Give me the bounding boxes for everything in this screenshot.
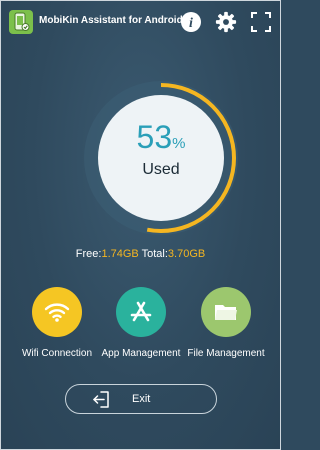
settings-button[interactable]: [215, 11, 237, 33]
storage-gauge: 53% Used: [81, 78, 241, 238]
free-value: 1.74GB: [101, 248, 139, 260]
app-management-label: App Management: [101, 348, 181, 359]
app-store-icon: [130, 301, 152, 322]
android-phone-icon: [9, 10, 33, 34]
exit-door-icon: [93, 391, 111, 413]
file-management-circle[interactable]: [201, 287, 251, 337]
total-label: Total:: [141, 248, 168, 260]
exit-button[interactable]: Exit: [65, 384, 217, 414]
storage-summary: Free:1.74GB Total:3.70GB: [1, 248, 280, 260]
gauge-ring: [84, 81, 238, 235]
usage-percent: 53%: [81, 121, 241, 153]
used-label: Used: [142, 161, 180, 178]
scan-button[interactable]: [250, 11, 272, 33]
exit-label: Exit: [132, 393, 151, 405]
total-value: 3.70GB: [167, 248, 206, 260]
file-management-button[interactable]: File Management: [181, 287, 271, 359]
wifi-icon: [44, 303, 70, 322]
gear-icon: [215, 11, 237, 33]
app-management-button[interactable]: App Management: [96, 287, 186, 359]
usage-percent-value: 53: [136, 119, 173, 155]
info-button[interactable]: i: [180, 11, 202, 33]
wifi-connection-label: Wifi Connection: [21, 348, 93, 359]
folder-icon: [215, 305, 237, 320]
wifi-connection-circle[interactable]: [32, 287, 82, 337]
scan-frame-icon: [251, 12, 271, 32]
free-label: Free:: [75, 248, 102, 260]
app-header: MobiKin Assistant for Android i: [1, 1, 280, 43]
app-window: MobiKin Assistant for Android i 53% Used…: [0, 0, 281, 450]
usage-percent-sign: %: [172, 135, 186, 152]
info-icon: i: [181, 12, 201, 32]
file-management-label: File Management: [187, 348, 265, 359]
app-title: MobiKin Assistant for Android: [39, 15, 183, 26]
app-management-circle[interactable]: [116, 287, 166, 337]
wifi-connection-button[interactable]: Wifi Connection: [12, 287, 102, 359]
svg-text:i: i: [189, 16, 193, 31]
